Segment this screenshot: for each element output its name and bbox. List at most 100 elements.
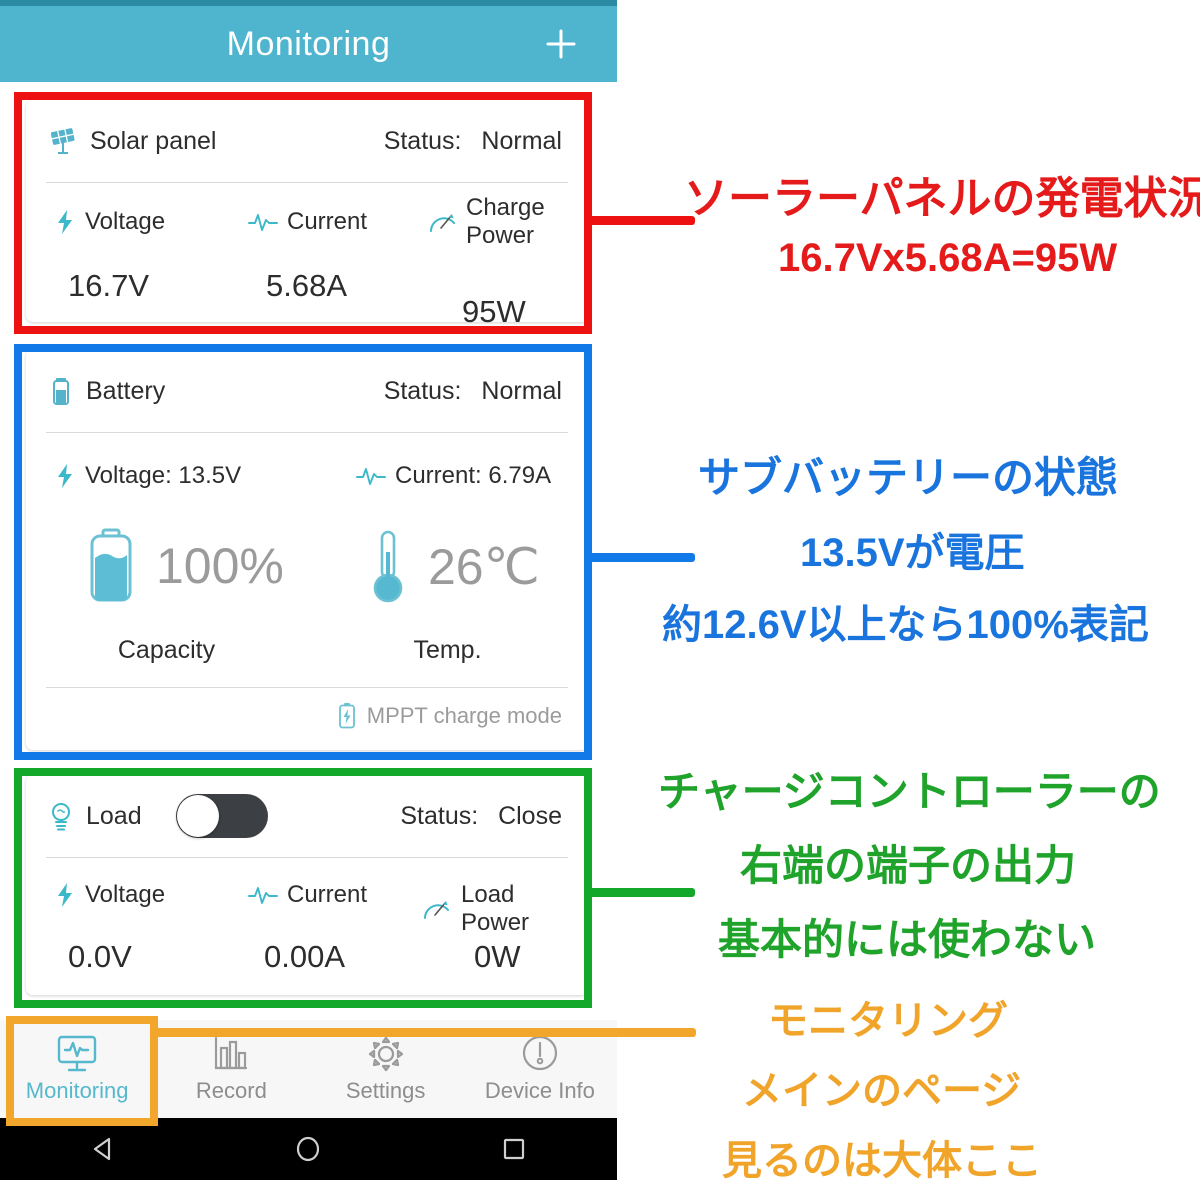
- bulb-icon: [48, 800, 74, 832]
- battery-card-title: Battery: [86, 376, 166, 405]
- annotation-orange-line-3: 見るのは大体ここ: [722, 1139, 1042, 1180]
- solar-status-value: Normal: [481, 126, 562, 155]
- solar-current-label: Current: [287, 208, 368, 235]
- circle-home-icon: [292, 1133, 324, 1165]
- solar-voltage-label: Voltage: [85, 208, 166, 235]
- leader-line-blue: [585, 553, 695, 562]
- bar-chart-icon: [209, 1034, 253, 1074]
- battery-temp-label: Temp.: [413, 636, 482, 664]
- battery-fill-icon: [84, 528, 138, 604]
- annotation-green-line-1: チャージコントローラーの: [658, 768, 1161, 815]
- battery-current-group: Current: 6.79A: [356, 462, 551, 490]
- battery-charging-icon: [337, 702, 357, 730]
- tab-monitoring-label: Monitoring: [25, 1078, 129, 1103]
- add-device-button[interactable]: [541, 24, 581, 64]
- solar-status-badge: Status: Normal: [384, 127, 562, 156]
- square-recents-icon: [498, 1133, 530, 1165]
- pulse-icon: [248, 884, 278, 906]
- battery-capacity-label: Capacity: [117, 636, 216, 664]
- solar-card-title: Solar panel: [90, 126, 217, 155]
- battery-temp-value: 26℃: [428, 539, 540, 595]
- load-voltage-label: Voltage: [85, 881, 166, 908]
- tab-record-label: Record: [195, 1078, 267, 1103]
- annotation-blue-line-2: 13.5Vが電圧: [800, 531, 1025, 575]
- load-voltage-value: 0.0V: [68, 939, 132, 974]
- load-status-badge: Status: Close: [400, 802, 562, 831]
- system-navigation-bar: [0, 1118, 617, 1180]
- solar-current-label-group: Current: [248, 208, 367, 236]
- load-current-label-group: Current: [248, 881, 367, 909]
- battery-capacity-group: 100%: [84, 528, 284, 604]
- annotation-red-line-2: 16.7Vx5.68A=95W: [778, 236, 1118, 280]
- pulse-icon: [248, 211, 278, 233]
- recents-button[interactable]: [486, 1128, 542, 1170]
- solar-power-label-group: Charge Power: [428, 194, 588, 249]
- battery-voltage-group: Voltage: 13.5V: [54, 462, 241, 490]
- leader-line-orange: [150, 1028, 696, 1037]
- charge-mode-group: MPPT charge mode: [337, 702, 562, 730]
- battery-card-divider-bottom: [46, 687, 568, 688]
- gauge-icon: [422, 895, 452, 923]
- tab-settings-label: Settings: [345, 1078, 426, 1103]
- solar-panel-card[interactable]: Solar panel Status: Normal Voltage Curre…: [26, 100, 588, 329]
- load-voltage-label-group: Voltage: [54, 881, 165, 909]
- load-current-value: 0.00A: [264, 939, 346, 974]
- battery-temp-group: 26℃: [366, 528, 540, 606]
- load-power-label-group: Load Power: [422, 881, 588, 937]
- info-circle-icon: [518, 1034, 562, 1074]
- bolt-icon: [54, 209, 76, 235]
- solar-status-label: Status:: [383, 126, 462, 155]
- battery-current-text: Current: 6.79A: [395, 462, 552, 489]
- leader-line-red: [585, 216, 695, 225]
- load-current-label: Current: [287, 881, 368, 908]
- battery-status-label: Status:: [383, 376, 462, 405]
- solar-voltage-value: 16.7V: [68, 268, 150, 303]
- annotation-blue-line-3: 約12.6V以上なら100%表記: [662, 603, 1149, 647]
- load-card[interactable]: Load Status: Close Voltage Current Load …: [26, 775, 588, 995]
- phone-screen: Monitoring Solar panel Status: Normal Vo…: [0, 0, 617, 1180]
- plus-icon: [541, 24, 581, 64]
- annotation-blue-line-1: サブバッテリーの状態: [698, 454, 1119, 501]
- load-toggle-knob: [176, 795, 219, 837]
- battery-capacity-value: 100%: [156, 538, 284, 594]
- load-status-label: Status:: [400, 801, 479, 830]
- triangle-back-icon: [87, 1133, 119, 1165]
- annotation-green-line-3: 基本的には使わない: [718, 916, 1097, 963]
- battery-icon: [48, 376, 74, 406]
- annotation-orange-line-2: メインのページ: [742, 1069, 1022, 1113]
- annotation-red-line-1: ソーラーパネルの発電状況: [684, 174, 1200, 223]
- solar-power-value: 95W: [462, 294, 526, 329]
- bolt-icon: [54, 463, 76, 489]
- battery-status-value: Normal: [481, 376, 562, 405]
- battery-card[interactable]: Battery Status: Normal Voltage: 13.5V Cu…: [26, 350, 588, 750]
- solar-voltage-label-group: Voltage: [54, 208, 165, 236]
- battery-voltage-text: Voltage: 13.5V: [85, 462, 242, 489]
- thermometer-icon: [366, 528, 410, 606]
- load-power-value: 0W: [474, 939, 521, 974]
- solar-power-label: Charge Power: [466, 194, 545, 249]
- pulse-icon: [356, 465, 386, 487]
- load-toggle-switch[interactable]: [175, 794, 268, 838]
- screenshot-root: Monitoring Solar panel Status: Normal Vo…: [0, 0, 1200, 1180]
- load-power-label: Load Power: [461, 881, 530, 936]
- app-bar: Monitoring: [0, 6, 617, 82]
- tab-device-info-label: Device Info: [484, 1078, 595, 1103]
- battery-status-badge: Status: Normal: [384, 377, 562, 406]
- leader-line-green: [585, 888, 695, 897]
- annotation-orange-line-1: モニタリング: [768, 999, 1008, 1043]
- load-card-title: Load: [86, 801, 142, 830]
- home-button[interactable]: [280, 1128, 336, 1170]
- gauge-icon: [428, 208, 458, 236]
- bolt-icon: [54, 882, 76, 908]
- solar-panel-icon: [48, 126, 78, 156]
- solar-current-value: 5.68A: [266, 268, 348, 303]
- monitor-pulse-icon: [55, 1034, 99, 1074]
- load-status-value: Close: [498, 801, 562, 830]
- charge-mode-text: MPPT charge mode: [366, 703, 562, 728]
- annotation-green-line-2: 右端の端子の出力: [740, 842, 1077, 889]
- tab-monitoring[interactable]: Monitoring: [0, 1020, 154, 1118]
- page-title: Monitoring: [226, 24, 391, 63]
- battery-card-divider-top: [46, 432, 568, 433]
- back-button[interactable]: [75, 1128, 131, 1170]
- gear-icon: [364, 1034, 408, 1074]
